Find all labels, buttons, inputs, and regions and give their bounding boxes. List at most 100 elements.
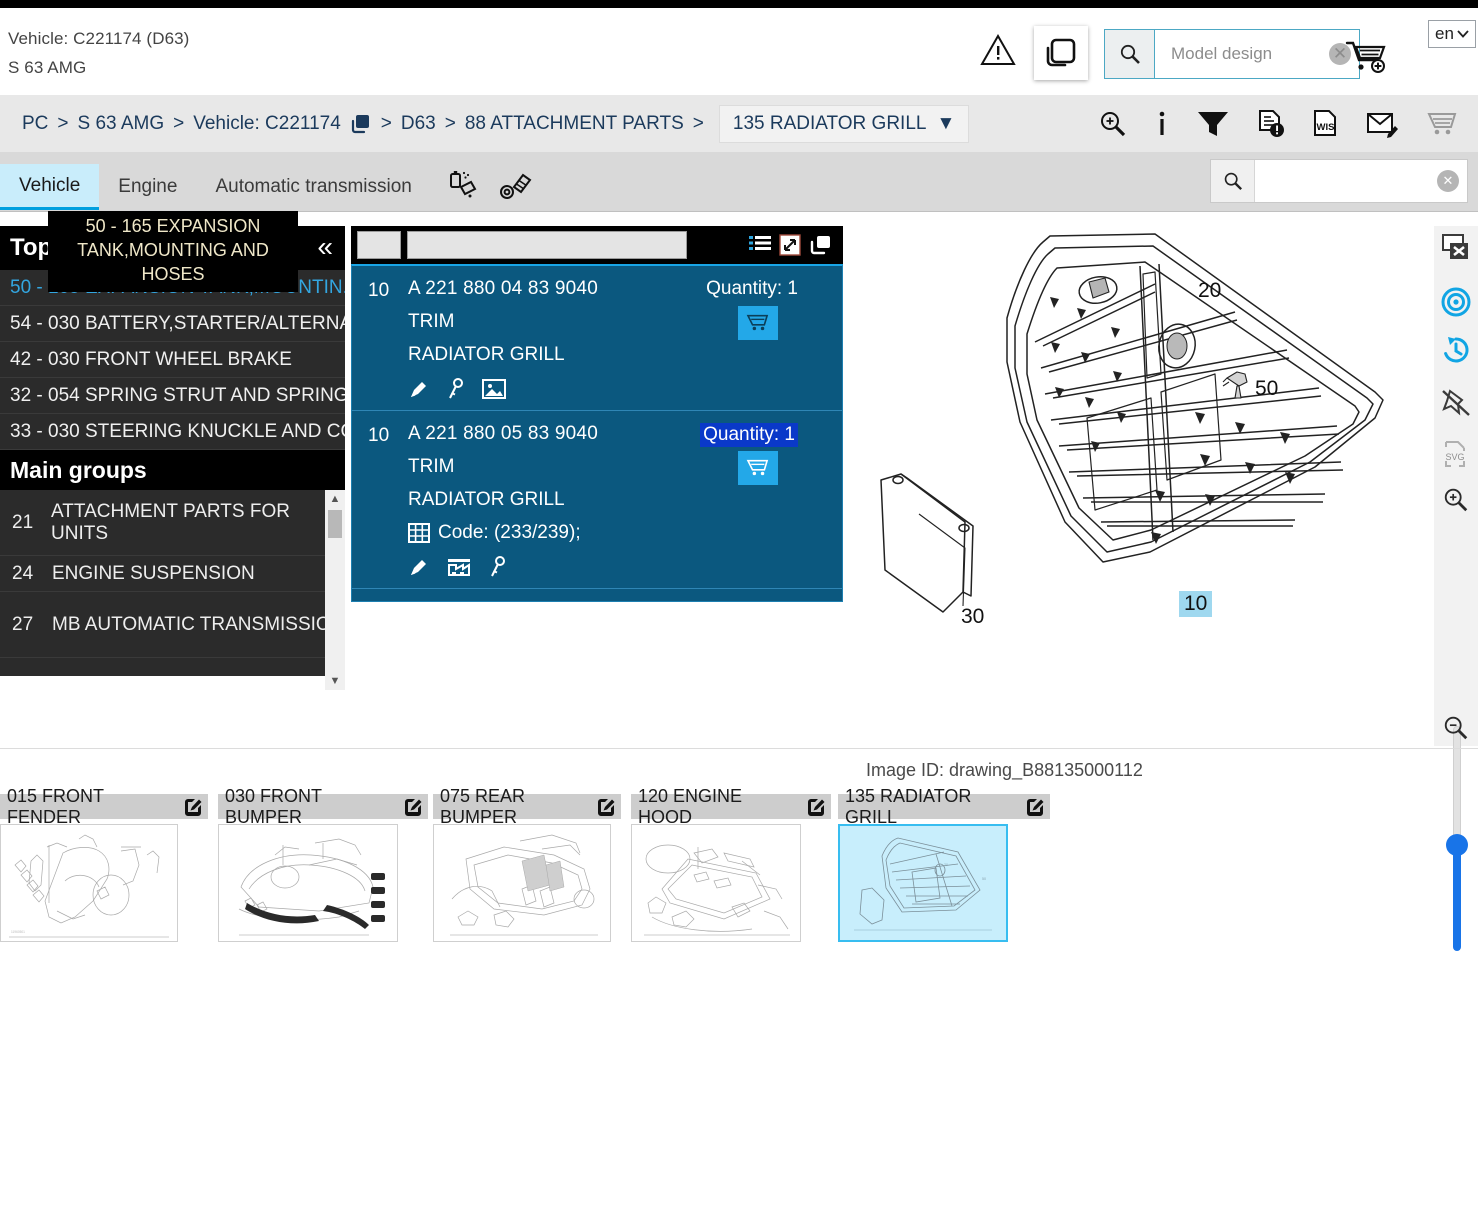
- thumbnail-image[interactable]: 20 50: [838, 824, 1008, 942]
- sidebar-item-battery-starter[interactable]: 54 - 030 BATTERY,STARTER/ALTERNAT...: [0, 306, 345, 342]
- scroll-down-icon[interactable]: ▼: [325, 672, 345, 690]
- bolt-nut-icon[interactable]: [499, 170, 535, 202]
- thumbnail-image[interactable]: [218, 824, 398, 942]
- thumbnail-120-engine-hood[interactable]: 120 ENGINE HOOD: [631, 786, 831, 942]
- parts-list-header: [351, 226, 843, 264]
- sidebar-item-mb-automatic-transmission[interactable]: 27 MB AUTOMATIC TRANSMISSION: [0, 592, 345, 658]
- table-row[interactable]: 10 A 221 880 05 83 9040 TRIM RADIATOR GR…: [352, 411, 842, 589]
- breadcrumb-dropdown-radiator-grill[interactable]: 135 RADIATOR GRILL ▼: [718, 104, 970, 143]
- sidebar-item-spring-strut[interactable]: 32 - 054 SPRING STRUT AND SPRING ...: [0, 378, 345, 414]
- sidebar-item-attachment-parts-for-units[interactable]: 21 ATTACHMENT PARTS FOR UNITS: [0, 490, 345, 556]
- wis-document-icon[interactable]: WIS: [1312, 109, 1340, 139]
- scrollbar-thumb[interactable]: [328, 510, 342, 538]
- spray-can-icon[interactable]: [445, 170, 479, 202]
- breadcrumb-separator: >: [380, 112, 392, 134]
- cart-add-icon[interactable]: [1345, 38, 1391, 74]
- part-position: 10: [368, 280, 390, 301]
- paint-brush-icon[interactable]: [408, 378, 430, 400]
- target-icon[interactable]: [1434, 280, 1478, 324]
- add-to-cart-button[interactable]: [738, 451, 778, 485]
- thumbnail-015-front-fender[interactable]: 015 FRONT FENDER 11960501: [0, 786, 208, 942]
- thumbnail-label[interactable]: 015 FRONT FENDER: [0, 786, 208, 827]
- history-undo-icon[interactable]: [1434, 328, 1478, 372]
- expand-icon[interactable]: [779, 234, 801, 256]
- language-selector[interactable]: en: [1428, 20, 1476, 48]
- global-search-input[interactable]: ✕: [1255, 160, 1467, 202]
- callout-50[interactable]: 50: [1255, 377, 1278, 401]
- filter-icon[interactable]: [1196, 109, 1230, 139]
- mail-edit-icon[interactable]: [1366, 110, 1400, 138]
- breadcrumb-item-pc[interactable]: PC: [22, 113, 48, 135]
- sidebar-item-steering-knuckle[interactable]: 33 - 030 STEERING KNUCKLE AND CO...: [0, 414, 345, 450]
- breadcrumb-item-vehicle[interactable]: Vehicle: C221174: [193, 113, 341, 135]
- document-alert-icon[interactable]: [1256, 109, 1286, 139]
- copy-vehicle-icon[interactable]: [350, 113, 372, 135]
- thumbnail-label-text: 120 ENGINE HOOD: [638, 785, 743, 827]
- thumbnail-135-radiator-grill[interactable]: 135 RADIATOR GRILL 20 50: [838, 786, 1050, 942]
- list-view-icon[interactable]: [749, 235, 771, 255]
- edit-icon[interactable]: [184, 798, 202, 816]
- copy-documents-button[interactable]: [1034, 26, 1088, 80]
- vehicle-model-text: S 63 AMG: [8, 58, 87, 77]
- factory-icon[interactable]: [446, 556, 472, 578]
- thumbnail-030-front-bumper[interactable]: 030 FRONT BUMPER: [218, 786, 428, 942]
- chevron-down-icon: [1457, 30, 1469, 38]
- warning-triangle-icon[interactable]: [980, 34, 1016, 66]
- scroll-up-icon[interactable]: ▲: [325, 490, 345, 508]
- thumbnail-label[interactable]: 075 REAR BUMPER: [433, 786, 621, 827]
- edit-icon[interactable]: [807, 798, 825, 816]
- callout-30[interactable]: 30: [961, 605, 984, 629]
- close-window-icon[interactable]: [1434, 226, 1478, 270]
- part-drawing[interactable]: 20 50 30 10: [855, 222, 1435, 722]
- edit-icon[interactable]: [597, 798, 615, 816]
- collapse-sidebar-button[interactable]: «: [317, 233, 333, 261]
- shopping-cart-icon[interactable]: [1426, 110, 1460, 138]
- zoom-out-icon[interactable]: [1434, 706, 1478, 750]
- key-icon[interactable]: [488, 556, 508, 578]
- callout-20[interactable]: 20: [1198, 279, 1221, 303]
- search-icon[interactable]: [1211, 160, 1255, 202]
- thumbnail-image[interactable]: [433, 824, 611, 942]
- group-number: 27: [12, 613, 34, 635]
- callout-10[interactable]: 10: [1179, 591, 1213, 617]
- thumbnail-label[interactable]: 030 FRONT BUMPER: [218, 786, 428, 827]
- thumbnail-075-rear-bumper[interactable]: 075 REAR BUMPER: [433, 786, 621, 942]
- group-label: MB AUTOMATIC TRANSMISSION: [52, 613, 345, 635]
- sidebar-item-front-wheel-brake[interactable]: 42 - 030 FRONT WHEEL BRAKE: [0, 342, 345, 378]
- thumbnail-image[interactable]: 11960501: [0, 824, 178, 942]
- image-id-label: Image ID: drawing_B88135000112: [866, 760, 1143, 780]
- close-icon[interactable]: ✕: [1437, 170, 1459, 192]
- model-design-input-wrap[interactable]: Model design ✕: [1155, 30, 1359, 78]
- detach-window-icon[interactable]: [809, 234, 833, 256]
- breadcrumb-item-model[interactable]: S 63 AMG: [78, 113, 165, 135]
- zoom-in-icon[interactable]: [1434, 478, 1478, 522]
- breadcrumb-item-d63[interactable]: D63: [401, 113, 436, 135]
- picture-icon[interactable]: [482, 378, 506, 400]
- parts-list-pos-field[interactable]: [357, 231, 401, 259]
- thumbnail-label[interactable]: 120 ENGINE HOOD: [631, 786, 831, 827]
- edit-icon[interactable]: [404, 798, 422, 816]
- unpin-icon[interactable]: [1434, 381, 1478, 425]
- key-icon[interactable]: [446, 378, 466, 400]
- tab-automatic-transmission[interactable]: Automatic transmission: [196, 164, 430, 210]
- table-grid-icon[interactable]: [408, 523, 430, 543]
- thumbnail-image[interactable]: [631, 824, 801, 942]
- paint-brush-icon[interactable]: [408, 556, 430, 578]
- thumbnail-label[interactable]: 135 RADIATOR GRILL: [838, 786, 1050, 827]
- sidebar-scrollbar[interactable]: ▲ ▼: [325, 490, 345, 690]
- tab-engine[interactable]: Engine: [99, 164, 196, 210]
- breadcrumb-item-attachment-parts[interactable]: 88 ATTACHMENT PARTS: [465, 113, 684, 135]
- global-search[interactable]: ✕: [1210, 159, 1468, 203]
- parts-list-filter-input[interactable]: [407, 231, 687, 259]
- info-icon[interactable]: [1154, 109, 1170, 139]
- table-row[interactable]: 10 A 221 880 04 83 9040 TRIM RADIATOR GR…: [352, 266, 842, 411]
- edit-icon[interactable]: [1026, 798, 1044, 816]
- tab-vehicle[interactable]: Vehicle: [0, 164, 100, 210]
- zoom-in-icon[interactable]: [1098, 109, 1128, 139]
- sidebar-item-engine-suspension[interactable]: 24 ENGINE SUSPENSION: [0, 556, 345, 592]
- add-to-cart-button[interactable]: [738, 306, 778, 340]
- svg-file-icon[interactable]: SVG: [1434, 432, 1478, 476]
- model-design-search[interactable]: Model design ✕: [1104, 29, 1360, 79]
- chevron-down-icon: ▼: [936, 112, 956, 134]
- search-icon[interactable]: [1105, 30, 1155, 78]
